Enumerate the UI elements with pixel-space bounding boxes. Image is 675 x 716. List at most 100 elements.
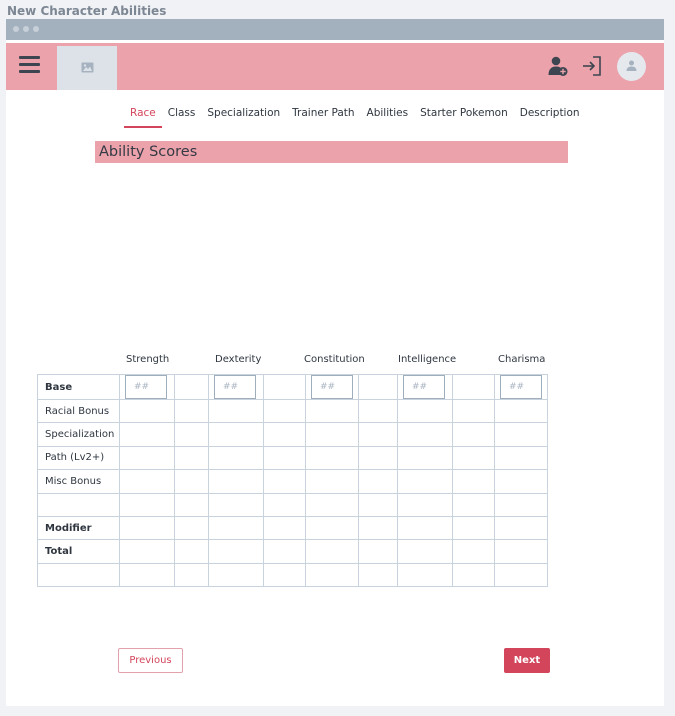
table-cell <box>305 445 359 471</box>
table-cell <box>174 374 209 400</box>
window-dot[interactable] <box>33 26 39 32</box>
table-cell <box>494 562 548 588</box>
table-cell <box>358 539 398 564</box>
add-user-icon[interactable] <box>547 55 569 81</box>
table-cell <box>358 445 398 471</box>
table-cell <box>119 469 175 494</box>
tab-race[interactable]: Race <box>124 106 162 128</box>
image-icon <box>81 62 94 73</box>
table-cell <box>452 422 495 447</box>
previous-button[interactable]: Previous <box>118 648 183 673</box>
table-cell <box>452 492 495 517</box>
table-cell <box>263 492 306 517</box>
table-cell <box>494 445 548 471</box>
login-icon[interactable] <box>581 55 603 81</box>
table-cell <box>358 422 398 447</box>
table-cell <box>174 515 209 541</box>
table-cell <box>494 374 548 400</box>
table-cell <box>263 422 306 447</box>
tab-trainer-path[interactable]: Trainer Path <box>286 106 360 128</box>
table-cell <box>174 539 209 564</box>
table-row <box>37 492 548 517</box>
table-cell <box>174 492 209 517</box>
table-cell <box>119 492 175 517</box>
tab-specialization[interactable]: Specialization <box>201 106 286 128</box>
row-label: Modifier <box>37 515 120 541</box>
table-cell <box>119 398 175 424</box>
table-cell <box>263 374 306 400</box>
table-cell <box>494 515 548 541</box>
table-cell <box>263 562 306 588</box>
row-label <box>37 562 120 588</box>
table-cell <box>174 562 209 588</box>
intelligence-base-input[interactable] <box>403 375 445 399</box>
table-cell <box>452 445 495 471</box>
next-button[interactable]: Next <box>504 648 550 673</box>
table-row: Specialization <box>37 422 548 447</box>
section-header: Ability Scores <box>95 141 568 163</box>
row-label: Total <box>37 539 120 564</box>
column-header-constitution: Constitution <box>304 354 365 365</box>
table-cell <box>305 539 359 564</box>
table-cell <box>208 539 264 564</box>
tab-starter-pokemon[interactable]: Starter Pokemon <box>414 106 514 128</box>
table-cell <box>494 539 548 564</box>
table-row: Misc Bonus <box>37 469 548 494</box>
table-cell <box>305 515 359 541</box>
table-cell <box>358 562 398 588</box>
row-label: Specialization <box>37 422 120 447</box>
constitution-base-input[interactable] <box>311 375 353 399</box>
table-cell <box>358 515 398 541</box>
table-row: Path (Lv2+) <box>37 445 548 471</box>
table-cell <box>174 398 209 424</box>
table-row: Racial Bonus <box>37 398 548 424</box>
table-cell <box>263 469 306 494</box>
tab-description[interactable]: Description <box>514 106 586 128</box>
table-cell <box>208 562 264 588</box>
window-dot[interactable] <box>13 26 19 32</box>
charisma-base-input[interactable] <box>500 375 542 399</box>
table-cell <box>358 492 398 517</box>
table-cell <box>452 398 495 424</box>
table-cell <box>208 398 264 424</box>
hamburger-icon[interactable] <box>19 56 41 75</box>
table-cell <box>494 422 548 447</box>
table-cell <box>263 515 306 541</box>
table-cell <box>263 398 306 424</box>
column-header-charisma: Charisma <box>498 354 546 365</box>
table-cell <box>452 515 495 541</box>
table-cell <box>174 422 209 447</box>
avatar[interactable] <box>617 52 646 81</box>
dexterity-base-input[interactable] <box>214 375 256 399</box>
strength-base-input[interactable] <box>125 375 167 399</box>
ability-column-headers: Strength Dexterity Constitution Intellig… <box>6 354 664 368</box>
table-cell <box>119 445 175 471</box>
table-cell <box>119 515 175 541</box>
table-cell <box>208 469 264 494</box>
table-row: Total <box>37 539 548 564</box>
table-cell <box>174 445 209 471</box>
table-cell <box>494 469 548 494</box>
table-cell <box>397 422 453 447</box>
table-cell <box>263 445 306 471</box>
column-header-intelligence: Intelligence <box>398 354 457 365</box>
table-cell <box>397 469 453 494</box>
tab-class[interactable]: Class <box>162 106 202 128</box>
window-dot[interactable] <box>23 26 29 32</box>
table-cell <box>208 492 264 517</box>
table-cell <box>208 445 264 471</box>
image-placeholder[interactable] <box>57 46 117 90</box>
row-label: Path (Lv2+) <box>37 445 120 471</box>
app-bar <box>6 43 664 90</box>
table-cell <box>208 374 264 400</box>
table-cell <box>452 562 495 588</box>
table-cell <box>397 539 453 564</box>
table-cell <box>119 562 175 588</box>
table-cell <box>397 445 453 471</box>
table-cell <box>397 562 453 588</box>
table-cell <box>305 492 359 517</box>
table-row <box>37 562 548 588</box>
table-cell <box>305 422 359 447</box>
tab-abilities[interactable]: Abilities <box>361 106 415 128</box>
row-label: Base <box>37 374 120 400</box>
